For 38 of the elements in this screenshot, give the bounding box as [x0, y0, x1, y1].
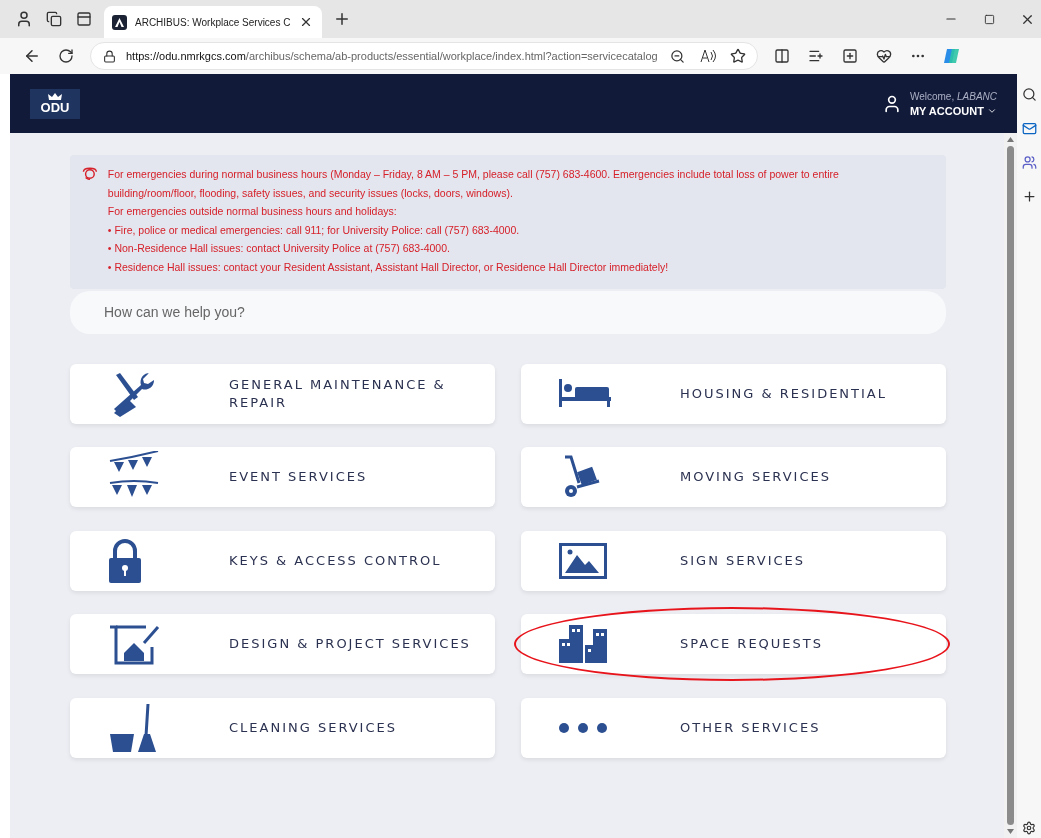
alert-text: • Residence Hall issues: contact your Resident Assistant, Assistant Hall Director, or Residence Hall Director immediately! [107, 259, 670, 275]
search-field[interactable]: How can we help you? [70, 290, 946, 334]
service-tile[interactable]: EVENT SERVICES [70, 447, 495, 508]
alert-icon [82, 165, 98, 183]
scroll-down-icon[interactable] [1007, 829, 1014, 834]
address-bar[interactable]: https://odu.nmrkgcs.com/archibus/schema/ab-products/essential/workplace/index.html?action=servicecatalog [90, 42, 758, 70]
browser-tab[interactable]: ARCHIBUS: Workplace Services C [104, 6, 322, 38]
blueprint-icon [108, 623, 162, 666]
collections-add-icon[interactable] [840, 46, 860, 66]
service-tile[interactable]: SIGN SERVICES [521, 530, 946, 591]
service-tile[interactable]: KEYS & ACCESS CONTROL [70, 530, 495, 591]
scroll-up-icon[interactable] [1007, 137, 1014, 142]
scrollbar[interactable] [1004, 133, 1017, 838]
my-account-button[interactable]: MY ACCOUNT [909, 104, 997, 117]
service-tile[interactable]: HOUSING & RESIDENTIAL [521, 363, 946, 424]
service-tile[interactable]: MOVING SERVICES [521, 447, 946, 508]
padlock-icon [108, 538, 142, 583]
odu-logo[interactable]: ODU [30, 88, 80, 119]
more-icon [559, 722, 607, 733]
bed-icon [559, 378, 611, 409]
alert-text: • Non-Residence Hall issues: contact University Police at (757) 683-4000. [107, 241, 451, 257]
alert-text: For emergencies during normal business hours (Monday – Friday, 8 AM – 5 PM, please call (757) 683-4600. Emergencies include total loss of power to entire building/room/floor, flooding, safety issues, and security issues (locks, doors, windows). [107, 167, 840, 201]
collections-icon[interactable] [44, 9, 64, 29]
service-tile[interactable]: SPACE REQUESTS [521, 614, 946, 675]
service-tile[interactable]: GENERAL MAINTENANCE & REPAIR [70, 363, 495, 424]
reload-icon[interactable] [56, 46, 76, 66]
buildings-icon [559, 625, 607, 664]
alert-text: For emergencies outside normal business hours and holidays: [107, 204, 398, 220]
image-icon [559, 542, 607, 579]
split-screen-icon[interactable] [772, 46, 792, 66]
tab-actions-icon[interactable] [74, 9, 94, 29]
service-tile[interactable]: CLEANING SERVICES [70, 697, 495, 758]
service-tile[interactable]: OTHER SERVICES [521, 697, 946, 758]
copilot-icon[interactable] [942, 46, 962, 66]
service-tile[interactable]: DESIGN & PROJECT SERVICES [70, 614, 495, 675]
welcome-text: Welcome, LABANC [909, 90, 997, 102]
site-favicon-icon [112, 14, 127, 30]
alert-text: • Fire, police or medical emergencies: call 911; for University Police: call (757) 683-4000. [107, 222, 521, 238]
